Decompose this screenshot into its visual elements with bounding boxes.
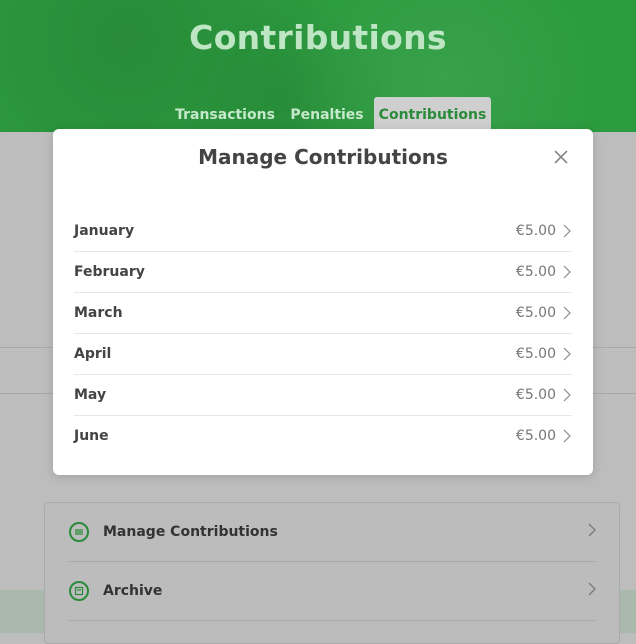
modal-title: Manage Contributions — [198, 145, 448, 169]
chevron-right-icon — [563, 429, 571, 443]
month-amount: €5.00 — [515, 387, 556, 403]
month-row-june[interactable]: June €5.00 — [74, 416, 572, 456]
month-amount: €5.00 — [515, 346, 556, 362]
manage-contributions-modal: Manage Contributions January €5.00 Febru… — [53, 129, 593, 475]
month-label: January — [74, 223, 135, 239]
month-label: April — [74, 346, 112, 362]
chevron-right-icon — [563, 388, 571, 402]
month-label: June — [74, 428, 109, 444]
month-label: May — [74, 387, 107, 403]
month-row-april[interactable]: April €5.00 — [74, 334, 572, 375]
chevron-right-icon — [563, 347, 571, 361]
chevron-right-icon — [563, 224, 571, 238]
month-label: March — [74, 305, 123, 321]
month-row-january[interactable]: January €5.00 — [74, 211, 572, 252]
chevron-right-icon — [563, 265, 571, 279]
month-amount: €5.00 — [515, 428, 556, 444]
month-amount: €5.00 — [515, 264, 556, 280]
month-amount: €5.00 — [515, 223, 556, 239]
month-label: February — [74, 264, 145, 280]
month-amount: €5.00 — [515, 305, 556, 321]
month-row-march[interactable]: March €5.00 — [74, 293, 572, 334]
chevron-right-icon — [563, 306, 571, 320]
month-row-february[interactable]: February €5.00 — [74, 252, 572, 293]
month-row-may[interactable]: May €5.00 — [74, 375, 572, 416]
close-icon[interactable] — [551, 147, 571, 167]
month-list: January €5.00 February €5.00 March €5.00… — [74, 211, 572, 456]
